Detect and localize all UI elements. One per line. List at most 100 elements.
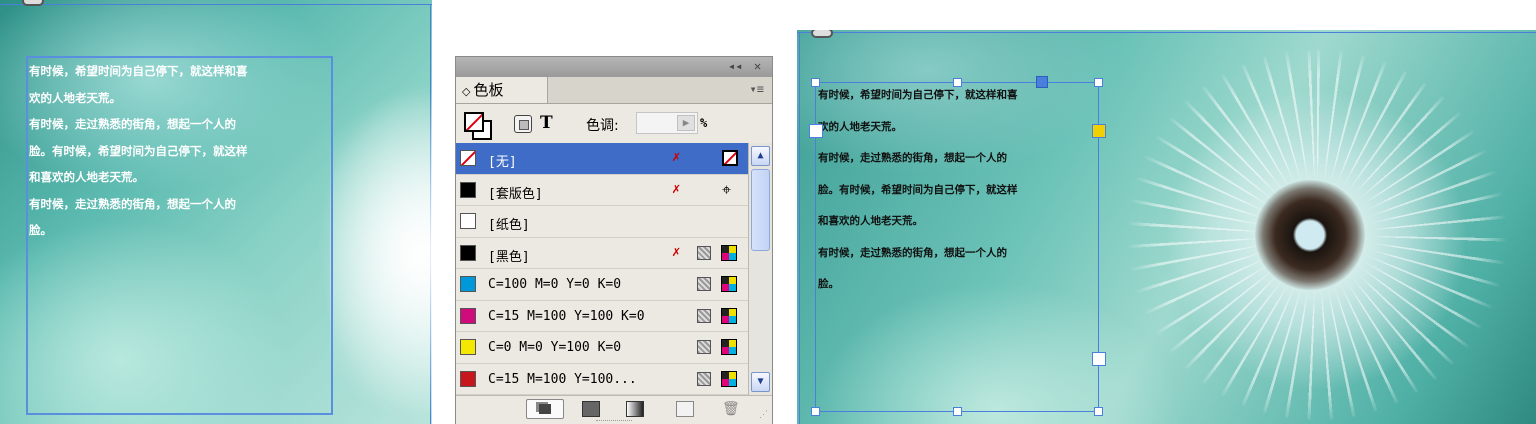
formatting-text-button[interactable]: T [540,113,553,133]
handle-bottom-right[interactable] [1094,407,1103,416]
fill-swatch-icon[interactable] [464,112,484,132]
swatch-list-scrollbar[interactable]: ▲ ▼ [748,143,772,395]
text-line: 有时候，走过熟悉的街角，想起一个人的 [29,117,236,131]
text-frame-right-content[interactable]: 有时候，希望时间为自己停下，就这样和喜 欢的人地老天荒。 有时候，走过熟悉的街角… [818,80,1100,301]
close-panel-icon[interactable]: ✕ [754,59,761,73]
swatch-row-red[interactable]: C=15 M=100 Y=100... [456,364,748,395]
cmyk-mode-icon [721,370,737,387]
swatch-row-black[interactable]: [黑色] ✗ [456,238,748,269]
frame-center-point[interactable] [1036,76,1048,88]
swatch-row-yellow[interactable]: C=0 M=0 Y=100 K=0 [456,332,748,364]
process-color-icon [697,308,711,323]
text-line: 脸。 [818,278,839,290]
cmyk-mode-icon [721,307,737,324]
handle-top-left[interactable] [811,78,820,87]
swatch-color-chip [460,244,476,261]
swatch-name: [黑色] [488,249,530,265]
right-document-canvas[interactable]: 有时候，希望时间为自己停下，就这样和喜 欢的人地老天荒。 有时候，走过熟悉的街角… [797,30,1536,424]
text-line: 和喜欢的人地老天荒。 [818,215,923,227]
in-port[interactable] [809,124,823,138]
link-icon[interactable] [22,0,44,6]
page-edge-top [0,4,432,5]
swatch-color-chip [460,370,476,387]
swatches-panel: ◂◂ ✕ ◇ 色板 ▾≡ T 色调: ▶ % [无] ✗ [套版色] ✗ ⌖ [… [455,56,773,424]
swatch-row-none[interactable]: [无] ✗ [456,143,748,175]
cmyk-mode-icon [721,244,737,261]
link-icon[interactable] [811,30,833,38]
swatch-name: C=15 M=100 Y=100 K=0 [488,308,645,324]
swatch-name: [纸色] [488,218,530,233]
swatch-name: C=15 M=100 Y=100... [488,371,637,387]
swatch-name: [套版色] [488,186,543,202]
dandelion-core-image [1255,180,1365,290]
tint-percent-unit: % [700,116,708,130]
scroll-thumb[interactable] [751,169,770,251]
swatches-toolbar: T 色调: ▶ % [456,103,772,141]
panel-menu-icon[interactable]: ▾≡ [750,82,764,96]
text-line: 有时候，希望时间为自己停下，就这样和喜 [29,64,248,78]
tint-slider-arrow-icon[interactable]: ▶ [677,115,695,131]
text-line: 和喜欢的人地老天荒。 [29,170,144,184]
swatch-color-chip [460,307,476,324]
cmyk-mode-icon [721,339,737,355]
text-line: 脸。 [29,223,52,237]
show-color-swatches-icon[interactable] [582,401,600,417]
text-line: 欢的人地老天荒。 [29,90,121,105]
formatting-container-icon[interactable] [514,115,532,133]
resize-corner-icon[interactable]: ⋰ [759,410,768,420]
left-document-canvas[interactable]: 有时候，希望时间为自己停下，就这样和喜 欢的人地老天荒。 有时候，走过熟悉的街角… [0,0,432,424]
cannot-edit-icon: ✗ [672,149,681,165]
handle-top-right[interactable] [1094,78,1103,87]
handle-bottom-middle[interactable] [953,407,962,416]
swatch-none-icon [460,150,476,166]
process-color-icon [697,371,711,386]
swatch-name: C=0 M=0 Y=100 K=0 [488,340,622,355]
swatch-name: [无] [488,155,517,170]
fill-stroke-icon[interactable] [462,110,492,140]
swatch-name: C=100 M=0 Y=0 K=0 [488,277,622,292]
swatch-row-magenta-red[interactable]: C=15 M=100 Y=100 K=0 [456,301,748,332]
swatch-color-chip [460,213,476,229]
tab-label: 色板 [473,81,504,99]
scroll-up-icon[interactable]: ▲ [751,146,770,166]
process-color-icon [697,245,711,260]
tint-label: 色调: [586,118,619,134]
page-edge-top [797,32,1536,33]
process-color-icon [697,277,711,291]
swatch-color-chip [460,276,476,292]
text-frame-left-content[interactable]: 有时候，希望时间为自己停下，就这样和喜 欢的人地老天荒。 有时候，走过熟悉的街角… [29,58,333,244]
new-swatch-icon[interactable] [676,401,694,417]
resize-grip-dots[interactable] [596,420,632,423]
dandelion-image-left [330,90,432,420]
text-line: 脸。有时候，希望时间为自己停下，就这样 [818,183,1018,196]
process-color-icon [697,340,711,354]
handle-top-middle[interactable] [953,78,962,87]
collapse-panel-icon[interactable]: ◂◂ [728,59,742,73]
swatch-color-chip [460,339,476,355]
overset-handle[interactable] [1092,352,1106,366]
handle-bottom-left[interactable] [811,407,820,416]
swatch-row-registration[interactable]: [套版色] ✗ ⌖ [456,175,748,206]
page-edge-left [799,32,800,424]
show-all-swatches-button[interactable] [526,399,564,419]
swatch-row-paper[interactable]: [纸色] [456,206,748,238]
swatch-color-chip [460,181,476,198]
delete-swatch-icon[interactable]: 🗑 [722,401,740,417]
none-type-icon [722,150,738,166]
text-line: 有时候，走过熟悉的街角，想起一个人的 [29,196,236,211]
text-line: 有时候，走过熟悉的街角，想起一个人的 [818,246,1007,259]
cannot-edit-icon: ✗ [672,243,681,260]
panel-titlebar[interactable]: ◂◂ ✕ [456,57,772,77]
scroll-down-icon[interactable]: ▼ [751,372,770,392]
text-line: 欢的人地老天荒。 [818,120,902,133]
panel-tab-row: ◇ 色板 ▾≡ [456,77,772,104]
text-line: 有时候，走过熟悉的街角，想起一个人的 [818,152,1007,164]
tab-swatches[interactable]: ◇ 色板 [456,77,548,103]
swatch-list: [无] ✗ [套版色] ✗ ⌖ [纸色] [黑色] ✗ C=100 M=0 Y=… [456,143,748,395]
out-port[interactable] [1092,124,1106,138]
tab-expand-icon[interactable]: ◇ [462,85,470,98]
show-gradient-swatches-icon[interactable] [626,401,644,417]
cannot-edit-icon: ✗ [672,180,681,197]
swatch-row-cyan[interactable]: C=100 M=0 Y=0 K=0 [456,269,748,301]
cmyk-mode-icon [721,276,737,292]
